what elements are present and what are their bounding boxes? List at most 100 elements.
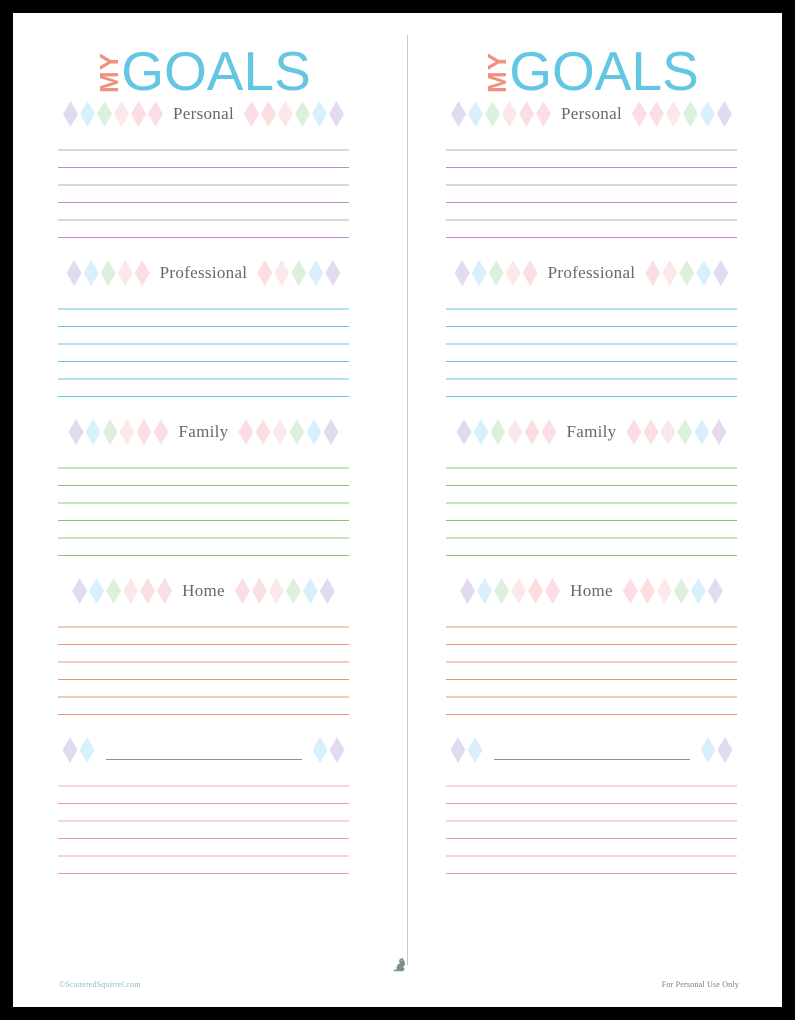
- diamond-group-right: [237, 419, 339, 445]
- diamond-rose: [626, 419, 642, 445]
- diamond-pale_pink: [277, 101, 293, 127]
- section-family: Family: [401, 417, 782, 576]
- diamond-pink: [528, 578, 544, 604]
- diamond-lavender: [72, 578, 88, 604]
- diamond-lavender: [460, 578, 476, 604]
- diamond-rose: [541, 419, 557, 445]
- diamond-blue: [690, 578, 706, 604]
- diamond-lavender: [63, 101, 79, 127]
- title-word-my: MY: [482, 52, 513, 93]
- diamond-blue: [312, 737, 328, 763]
- section-label-personal: Personal: [173, 104, 234, 123]
- diamond-group-left: [66, 260, 151, 286]
- writing-lines-professional: [446, 288, 737, 397]
- title-word-my: MY: [94, 52, 125, 93]
- writing-lines-blank: [58, 765, 349, 874]
- diamond-lavender: [454, 260, 470, 286]
- diamond-blue: [308, 260, 324, 286]
- diamond-rose: [234, 578, 250, 604]
- title-word-goals: GOALS: [121, 39, 311, 102]
- diamond-group-right: [256, 260, 341, 286]
- section-header-home: Home: [401, 576, 782, 606]
- diamond-lavender: [66, 260, 82, 286]
- diamond-group-left: [62, 737, 96, 763]
- diamond-pale_pink: [274, 260, 290, 286]
- diamond-pink: [140, 578, 156, 604]
- diamond-lavender: [62, 737, 78, 763]
- diamond-group-right: [700, 737, 734, 763]
- goals-panel-right: MY GOALS Personal Professional Family Home For…: [401, 13, 782, 1007]
- diamond-group-right: [243, 101, 345, 127]
- custom-category-write-in-line[interactable]: [493, 759, 690, 760]
- section-header-professional: Professional: [13, 258, 394, 288]
- diamond-blue: [700, 737, 716, 763]
- diamond-lavender: [713, 260, 729, 286]
- section-header-personal: Personal: [401, 99, 782, 129]
- diamond-rose: [622, 578, 638, 604]
- diamond-lavender: [329, 737, 345, 763]
- section-home: Home: [13, 576, 394, 735]
- section-header-professional: Professional: [401, 258, 782, 288]
- diamond-green: [485, 101, 501, 127]
- diamond-group-left: [454, 260, 539, 286]
- diamond-green: [285, 578, 301, 604]
- page-title: MY GOALS: [13, 13, 394, 99]
- diamond-green: [679, 260, 695, 286]
- custom-category-write-in-line[interactable]: [105, 759, 302, 760]
- diamond-blue: [302, 578, 318, 604]
- diamond-blue: [699, 101, 715, 127]
- section-label-family: Family: [178, 422, 229, 441]
- printable-page: MY GOALS Personal Professional Family Home ©Sc…: [13, 13, 782, 1007]
- writing-lines-blank: [446, 765, 737, 874]
- diamond-group-right: [625, 419, 727, 445]
- writing-lines-professional: [58, 288, 349, 397]
- section-header-blank: [13, 735, 394, 765]
- diamond-pale_pink: [662, 260, 678, 286]
- diamond-pale_pink: [117, 260, 133, 286]
- writing-lines-family: [446, 447, 737, 556]
- diamond-lavender: [325, 260, 341, 286]
- section-home: Home: [401, 576, 782, 735]
- writing-lines-personal: [446, 129, 737, 238]
- diamond-blue: [85, 419, 101, 445]
- diamond-rose: [536, 101, 552, 127]
- diamond-pale_pink: [656, 578, 672, 604]
- title-word-goals: GOALS: [509, 39, 699, 102]
- diamond-blue: [477, 578, 493, 604]
- diamond-pale_pink: [123, 578, 139, 604]
- diamond-blue: [79, 737, 95, 763]
- diamond-pink: [648, 101, 664, 127]
- diamond-blue: [89, 578, 105, 604]
- section-blank: [401, 735, 782, 894]
- diamond-lavender: [450, 737, 466, 763]
- writing-lines-home: [446, 606, 737, 715]
- section-header-blank: [401, 735, 782, 765]
- diamond-group-left: [450, 737, 484, 763]
- diamond-pink: [524, 419, 540, 445]
- diamond-lavender: [711, 419, 727, 445]
- diamond-group-left: [68, 419, 170, 445]
- section-label-home: Home: [182, 581, 225, 600]
- diamond-pink: [134, 260, 150, 286]
- diamond-blue: [471, 260, 487, 286]
- section-family: Family: [13, 417, 394, 576]
